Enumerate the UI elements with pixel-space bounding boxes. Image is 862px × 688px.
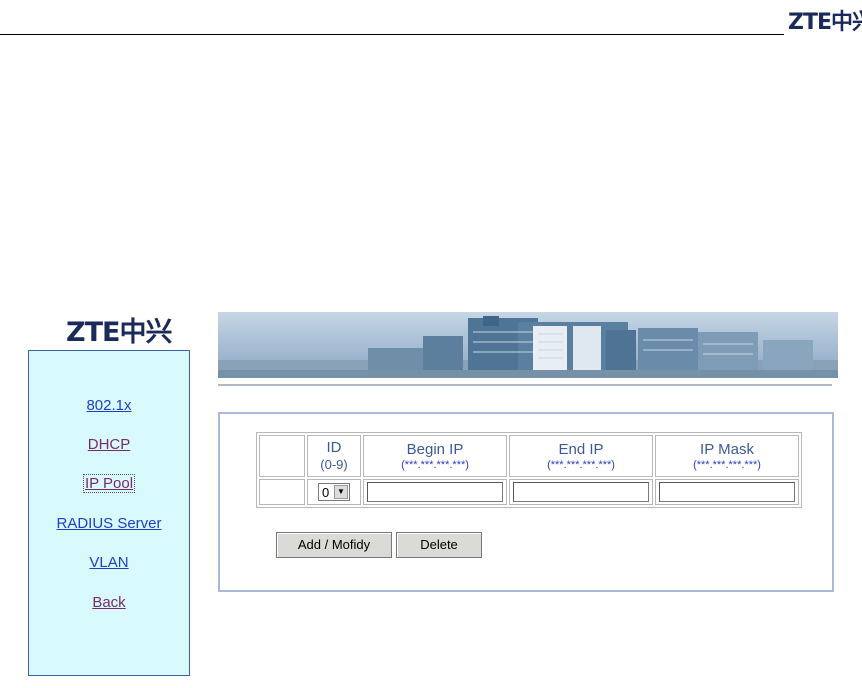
header-begin-ip-format: (***.***.***.***) bbox=[401, 458, 469, 471]
banner-divider bbox=[218, 384, 832, 386]
table-row: 0 ▼ bbox=[259, 479, 799, 505]
header-begin-ip: Begin IP (***.***.***.***) bbox=[363, 435, 507, 477]
ip-pool-table: ID (0-9) Begin IP (***.***.***.***) End … bbox=[256, 432, 802, 508]
header-id-title: ID bbox=[326, 439, 342, 456]
table-header-row: ID (0-9) Begin IP (***.***.***.***) End … bbox=[259, 435, 799, 477]
header-ip-mask-format: (***.***.***.***) bbox=[693, 458, 761, 471]
zte-logo-top: ZTE中兴 bbox=[788, 10, 862, 35]
header-divider bbox=[0, 34, 784, 35]
row-id-cell: 0 ▼ bbox=[307, 479, 361, 505]
end-ip-input[interactable] bbox=[513, 482, 649, 502]
header-ip-mask: IP Mask (***.***.***.***) bbox=[655, 435, 799, 477]
sidebar-item-label: IP Pool bbox=[82, 474, 136, 493]
header-end-ip-title: End IP bbox=[558, 440, 604, 458]
sidebar-item-vlan[interactable]: VLAN bbox=[29, 554, 189, 571]
header-id-range: (0-9) bbox=[320, 457, 348, 472]
row-ip-mask-cell bbox=[655, 479, 799, 505]
header-end-ip: End IP (***.***.***.***) bbox=[509, 435, 653, 477]
buildings-illustration bbox=[218, 316, 838, 378]
delete-button[interactable]: Delete bbox=[396, 532, 482, 558]
sidebar-nav: 802.1x DHCP IP Pool RADIUS Server VLAN B… bbox=[28, 350, 190, 676]
header-begin-ip-title: Begin IP bbox=[406, 440, 464, 458]
header-id: ID (0-9) bbox=[307, 435, 361, 477]
header-blank-cell bbox=[259, 435, 305, 477]
sidebar-item-8021x[interactable]: 802.1x bbox=[29, 397, 189, 414]
row-begin-ip-cell bbox=[363, 479, 507, 505]
chevron-down-icon[interactable]: ▼ bbox=[334, 484, 348, 499]
sidebar-item-label: DHCP bbox=[87, 436, 131, 453]
header-ip-mask-title: IP Mask bbox=[700, 440, 754, 458]
sidebar-item-dhcp[interactable]: DHCP bbox=[29, 436, 189, 453]
sidebar-item-radius-server[interactable]: RADIUS Server bbox=[29, 515, 189, 532]
sidebar-item-ip-pool[interactable]: IP Pool bbox=[29, 474, 189, 493]
id-select[interactable]: 0 ▼ bbox=[318, 482, 350, 501]
sidebar-item-label: 802.1x bbox=[86, 397, 132, 414]
sidebar-item-label: Back bbox=[92, 594, 126, 611]
begin-ip-input[interactable] bbox=[367, 482, 503, 502]
sidebar-item-label: RADIUS Server bbox=[56, 515, 162, 532]
row-blank-cell bbox=[259, 479, 305, 505]
ip-mask-input[interactable] bbox=[659, 482, 795, 502]
sidebar-item-back[interactable]: Back bbox=[29, 594, 189, 611]
row-end-ip-cell bbox=[509, 479, 653, 505]
ip-pool-panel: ID (0-9) Begin IP (***.***.***.***) End … bbox=[218, 412, 834, 592]
id-select-value: 0 bbox=[322, 484, 330, 500]
header-banner-image bbox=[218, 312, 838, 378]
header-end-ip-format: (***.***.***.***) bbox=[547, 458, 615, 471]
add-modify-button[interactable]: Add / Mofidy bbox=[276, 532, 392, 558]
sidebar-item-label: VLAN bbox=[89, 554, 129, 571]
zte-logo-sidebar: ZTE中兴 bbox=[66, 317, 172, 348]
